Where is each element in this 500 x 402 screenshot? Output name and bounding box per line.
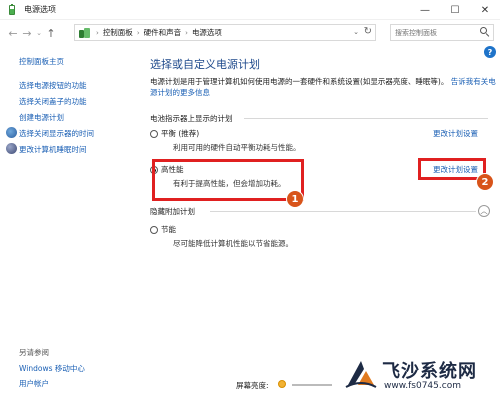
page-title: 选择或自定义电源计划 (150, 58, 260, 71)
sidebar-item-power-button[interactable]: 选择电源按钮的功能 (19, 80, 87, 91)
refresh-icon[interactable]: ↻ (364, 26, 372, 37)
maximize-button[interactable]: ☐ (440, 0, 470, 20)
power-saver-plan-radio[interactable] (150, 226, 158, 234)
forward-arrow-icon[interactable]: → (20, 25, 34, 41)
window-title: 电源选项 (24, 5, 56, 14)
battery-section-title: 电池指示器上显示的计划 (150, 114, 233, 123)
breadcrumb-control-panel[interactable]: 控制面板 (103, 27, 133, 38)
search-input[interactable] (395, 28, 479, 37)
highlight-box-plan (152, 159, 304, 201)
breadcrumb-power-options[interactable]: 电源选项 (192, 27, 222, 38)
balanced-plan-radio[interactable] (150, 130, 158, 138)
title-bar: 电源选项 — ☐ ✕ (0, 0, 500, 20)
breadcrumb-hardware-sound[interactable]: 硬件和声音 (144, 27, 182, 38)
sidebar-item-mobility-center[interactable]: Windows 移动中心 (19, 363, 85, 374)
power-saver-plan-name[interactable]: 节能 (161, 224, 176, 235)
minimize-button[interactable]: — (410, 0, 440, 20)
power-options-icon (6, 3, 18, 16)
section-divider (244, 118, 488, 119)
brightness-slider[interactable] (292, 384, 332, 386)
brightness-sun-icon (278, 380, 286, 388)
close-button[interactable]: ✕ (470, 0, 500, 20)
up-arrow-icon[interactable]: ↑ (44, 25, 58, 41)
page-description: 电源计划是用于管理计算机如何使用电源的一套硬件和系统设置(如显示器亮度、睡眠等)… (150, 76, 498, 98)
search-box[interactable] (390, 24, 494, 41)
section-divider (210, 211, 476, 212)
chevron-right-icon[interactable]: › (96, 29, 99, 37)
search-icon[interactable] (480, 27, 490, 37)
watermark: 飞沙系统网 www.fs0745.com (344, 355, 494, 397)
highlight-box-settings (418, 158, 486, 180)
help-icon[interactable]: ? (484, 46, 496, 58)
address-dropdown-icon[interactable]: ⌄ (353, 28, 359, 36)
balanced-plan-desc: 利用可用的硬件自动平衡功耗与性能。 (173, 143, 301, 152)
watermark-logo-icon (345, 361, 377, 388)
breadcrumb[interactable]: › 控制面板 › 硬件和声音 › 电源选项 ⌄ ↻ (74, 24, 376, 41)
recent-locations-chevron-icon[interactable]: ⌄ (34, 25, 44, 41)
see-also-title: 另请参阅 (19, 348, 49, 357)
annotation-badge-1: 1 (286, 190, 304, 208)
sidebar-item-user-accounts[interactable]: 用户帐户 (19, 378, 49, 389)
chevron-right-icon[interactable]: › (137, 29, 140, 37)
control-panel-icon (79, 27, 91, 39)
collapse-chevron-icon[interactable]: ︿ (478, 205, 490, 217)
shield-icon (6, 127, 17, 138)
window-controls: — ☐ ✕ (410, 0, 500, 20)
balanced-change-settings-link[interactable]: 更改计划设置 (433, 128, 478, 139)
chevron-right-icon[interactable]: › (185, 29, 188, 37)
watermark-url: www.fs0745.com (384, 381, 461, 391)
power-saver-plan-desc: 尽可能降低计算机性能以节省能源。 (173, 239, 293, 248)
sidebar-item-lid-close[interactable]: 选择关闭盖子的功能 (19, 96, 87, 107)
hidden-plans-toggle[interactable]: 隐藏附加计划 (150, 206, 195, 217)
sidebar-item-create-plan[interactable]: 创建电源计划 (19, 112, 64, 123)
sidebar-item-sleep-time[interactable]: 更改计算机睡眠时间 (19, 144, 87, 155)
sidebar-item-display-off[interactable]: 选择关闭显示器的时间 (19, 128, 94, 139)
description-text: 电源计划是用于管理计算机如何使用电源的一套硬件和系统设置(如显示器亮度、睡眠等)… (150, 77, 449, 86)
moon-icon (6, 143, 17, 154)
sidebar-item-home[interactable]: 控制面板主页 (19, 56, 64, 67)
sidebar: 控制面板主页 选择电源按钮的功能 选择关闭盖子的功能 创建电源计划 选择关闭显示… (0, 46, 142, 402)
brightness-label: 屏幕亮度: (236, 381, 269, 390)
back-arrow-icon[interactable]: ← (6, 25, 20, 41)
address-bar: ← → ⌄ ↑ › 控制面板 › 硬件和声音 › 电源选项 ⌄ ↻ (0, 22, 500, 44)
watermark-title: 飞沙系统网 (382, 361, 477, 382)
annotation-badge-2: 2 (476, 173, 494, 191)
balanced-plan-name[interactable]: 平衡 (推荐) (161, 128, 199, 139)
